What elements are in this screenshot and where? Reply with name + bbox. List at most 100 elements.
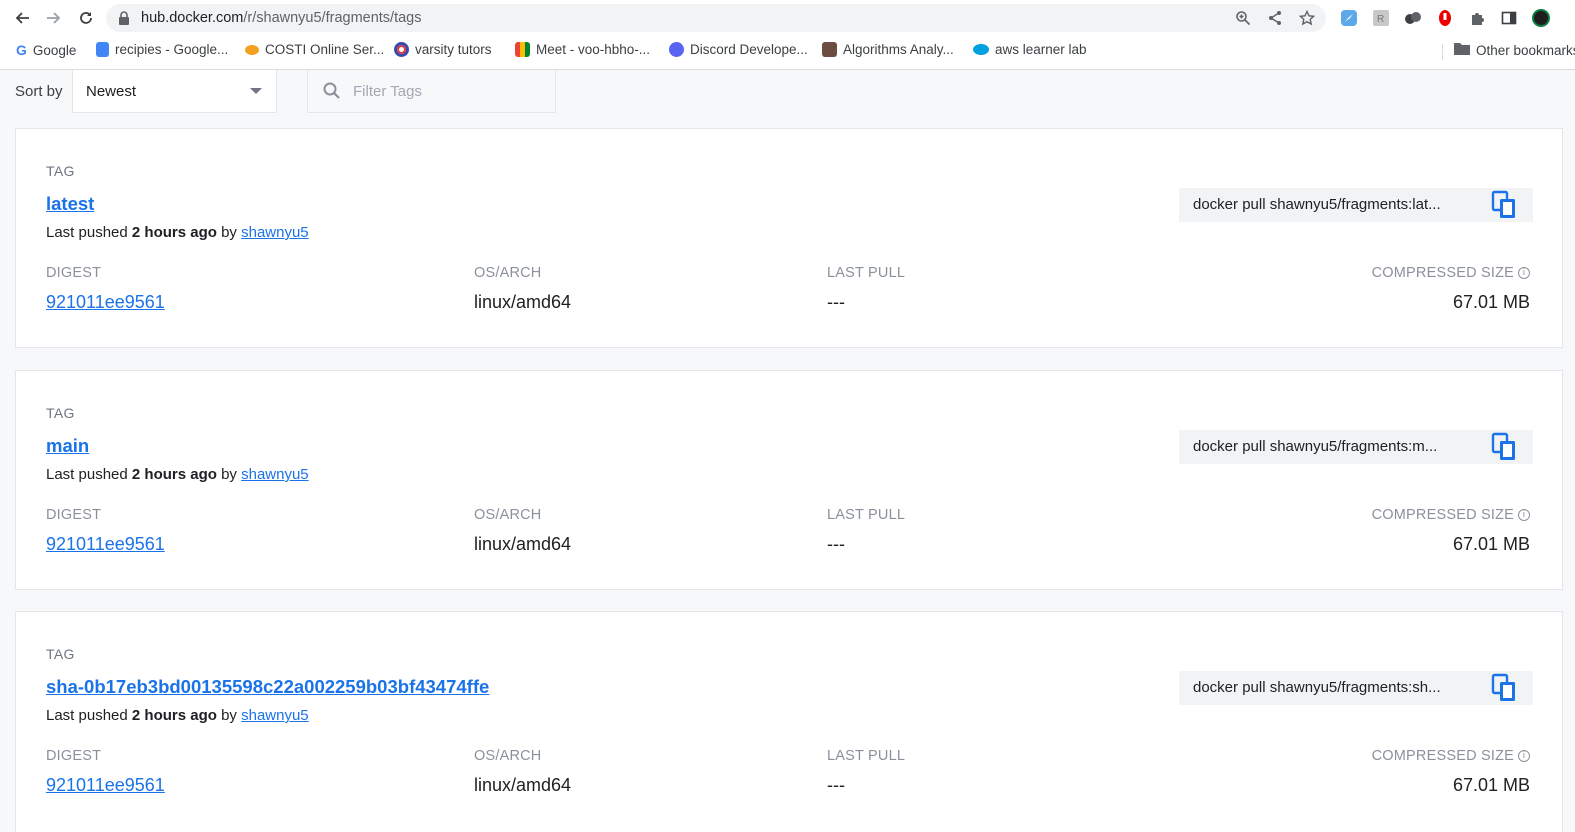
bookmark-item[interactable]: Algorithms Analy... xyxy=(822,42,954,57)
compressed-size-label: COMPRESSED SIZE i xyxy=(1372,748,1530,764)
zoom-icon[interactable] xyxy=(1234,9,1252,27)
info-icon[interactable]: i xyxy=(1518,509,1530,521)
os-arch-value: linux/amd64 xyxy=(474,292,572,312)
extensions-puzzle-icon[interactable] xyxy=(1468,9,1486,27)
algorithms-icon xyxy=(822,42,837,57)
costi-icon xyxy=(245,44,259,55)
sort-select[interactable]: Newest xyxy=(72,70,277,113)
extension-safari-icon[interactable] xyxy=(1340,9,1358,27)
last-pull-value: --- xyxy=(827,775,845,795)
reload-icon[interactable] xyxy=(76,8,96,28)
pushed-by-user-link[interactable]: shawnyu5 xyxy=(241,707,309,724)
url-path: /r/shawnyu5/fragments/tags xyxy=(243,10,422,26)
bookmarks-divider xyxy=(1442,44,1443,60)
pushed-by-user-link[interactable]: shawnyu5 xyxy=(241,466,309,483)
tag-column-label: TAG xyxy=(46,646,75,662)
tag-name-link[interactable]: main xyxy=(46,435,89,457)
pushed-when: 2 hours ago xyxy=(131,707,217,724)
last-pull-value: --- xyxy=(827,534,845,554)
info-icon[interactable]: i xyxy=(1518,750,1530,762)
copy-icon[interactable] xyxy=(1489,672,1519,709)
extension-gray-icon[interactable]: R xyxy=(1372,9,1390,27)
pull-command-text: docker pull shawnyu5/fragments:lat... xyxy=(1193,196,1441,213)
tag-name-link[interactable]: sha-0b17eb3bd00135598c22a002259b03bf4347… xyxy=(46,676,489,698)
pushed-prefix: Last pushed xyxy=(46,466,132,483)
bookmark-item[interactable]: Discord Develope... xyxy=(669,42,808,57)
bookmark-item[interactable]: varsity tutors xyxy=(394,42,492,57)
tags-toolbar: Sort by Newest Filter Tags xyxy=(0,70,1575,116)
digest-label: DIGEST xyxy=(46,507,102,523)
url-text[interactable]: hub.docker.com/r/shawnyu5/fragments/tags xyxy=(141,10,422,26)
filter-tags-input[interactable]: Filter Tags xyxy=(307,70,556,113)
compressed-size-label: COMPRESSED SIZE i xyxy=(1372,507,1530,523)
browser-chrome: hub.docker.com/r/shawnyu5/fragments/tags… xyxy=(0,0,1575,70)
url-host: hub.docker.com xyxy=(141,10,244,26)
last-pushed-info: Last pushed 2 hours ago by shawnyu5 xyxy=(46,466,309,483)
docs-icon xyxy=(96,42,109,57)
folder-icon xyxy=(1454,42,1470,58)
bookmark-star-icon[interactable] xyxy=(1298,9,1316,27)
tag-name-link[interactable]: latest xyxy=(46,193,94,215)
pull-command-box: docker pull shawnyu5/fragments:sh... xyxy=(1179,671,1533,705)
address-bar[interactable]: hub.docker.com/r/shawnyu5/fragments/tags xyxy=(106,4,1326,32)
search-icon xyxy=(322,81,342,106)
bookmark-item[interactable]: aws learner lab xyxy=(973,42,1087,57)
bookmark-label: Algorithms Analy... xyxy=(843,42,954,57)
extensions-bar: R xyxy=(1340,9,1550,27)
other-bookmarks[interactable]: Other bookmarks xyxy=(1454,42,1575,58)
info-icon[interactable]: i xyxy=(1518,267,1530,279)
forward-arrow-icon[interactable] xyxy=(44,8,64,28)
last-pull-label: LAST PULL xyxy=(827,265,906,281)
digest-label: DIGEST xyxy=(46,748,102,764)
copy-icon[interactable] xyxy=(1489,189,1519,226)
bookmark-item[interactable]: G Google xyxy=(16,42,76,58)
compressed-size-value: 67.01 MB xyxy=(1452,534,1530,554)
pull-command-text: docker pull shawnyu5/fragments:sh... xyxy=(1193,679,1441,696)
side-panel-icon[interactable] xyxy=(1500,9,1518,27)
bookmark-item[interactable]: COSTI Online Ser... xyxy=(245,42,384,57)
bookmark-item[interactable]: Meet - voo-hbho-... xyxy=(515,42,650,57)
sort-label: Sort by xyxy=(15,83,63,100)
share-icon[interactable] xyxy=(1266,9,1284,27)
salesforce-cloud-icon xyxy=(973,44,989,55)
os-arch-value: linux/amd64 xyxy=(474,534,572,554)
back-arrow-icon[interactable] xyxy=(12,8,32,28)
varsity-icon xyxy=(394,42,409,57)
os-arch-label: OS/ARCH xyxy=(474,265,542,281)
digest-link[interactable]: 921011ee9561 xyxy=(46,534,165,555)
copy-icon[interactable] xyxy=(1489,431,1519,468)
extension-red-icon[interactable] xyxy=(1436,9,1454,27)
pull-command-box: docker pull shawnyu5/fragments:m... xyxy=(1179,430,1533,464)
compressed-size-text: COMPRESSED SIZE xyxy=(1371,507,1514,523)
pushed-when: 2 hours ago xyxy=(131,466,217,483)
compressed-size-text: COMPRESSED SIZE xyxy=(1371,265,1514,281)
pushed-when: 2 hours ago xyxy=(131,224,217,241)
lock-icon[interactable] xyxy=(118,11,130,30)
tag-card: TAG sha-0b17eb3bd00135598c22a002259b03bf… xyxy=(15,611,1563,832)
compressed-size-value: 67.01 MB xyxy=(1452,775,1530,795)
svg-text:R: R xyxy=(1377,14,1384,25)
last-pull-label: LAST PULL xyxy=(827,507,906,523)
bookmark-item[interactable]: recipies - Google... xyxy=(96,42,228,57)
profile-avatar[interactable] xyxy=(1532,9,1550,27)
pushed-by-user-link[interactable]: shawnyu5 xyxy=(241,224,309,241)
pushed-by-prefix: by xyxy=(216,224,242,241)
os-arch-label: OS/ARCH xyxy=(474,507,542,523)
bookmark-label: Google xyxy=(32,42,77,58)
meet-icon xyxy=(515,42,530,57)
digest-link[interactable]: 921011ee9561 xyxy=(46,775,165,796)
other-bookmarks-label: Other bookmarks xyxy=(1476,42,1575,58)
tag-card: TAG latest Last pushed 2 hours ago by sh… xyxy=(15,128,1563,348)
discord-icon xyxy=(669,42,684,57)
bookmark-label: recipies - Google... xyxy=(115,42,229,57)
compressed-size-text: COMPRESSED SIZE xyxy=(1371,748,1514,764)
last-pull-label: LAST PULL xyxy=(827,748,906,764)
digest-link[interactable]: 921011ee9561 xyxy=(46,292,165,313)
omnibox-actions xyxy=(1234,9,1316,27)
google-icon: G xyxy=(16,42,27,58)
bookmark-label: COSTI Online Ser... xyxy=(265,42,385,57)
extension-dots-icon[interactable] xyxy=(1404,9,1422,27)
pull-command-box: docker pull shawnyu5/fragments:lat... xyxy=(1179,188,1533,222)
caret-down-icon xyxy=(250,88,262,94)
pushed-by-prefix: by xyxy=(216,707,242,724)
